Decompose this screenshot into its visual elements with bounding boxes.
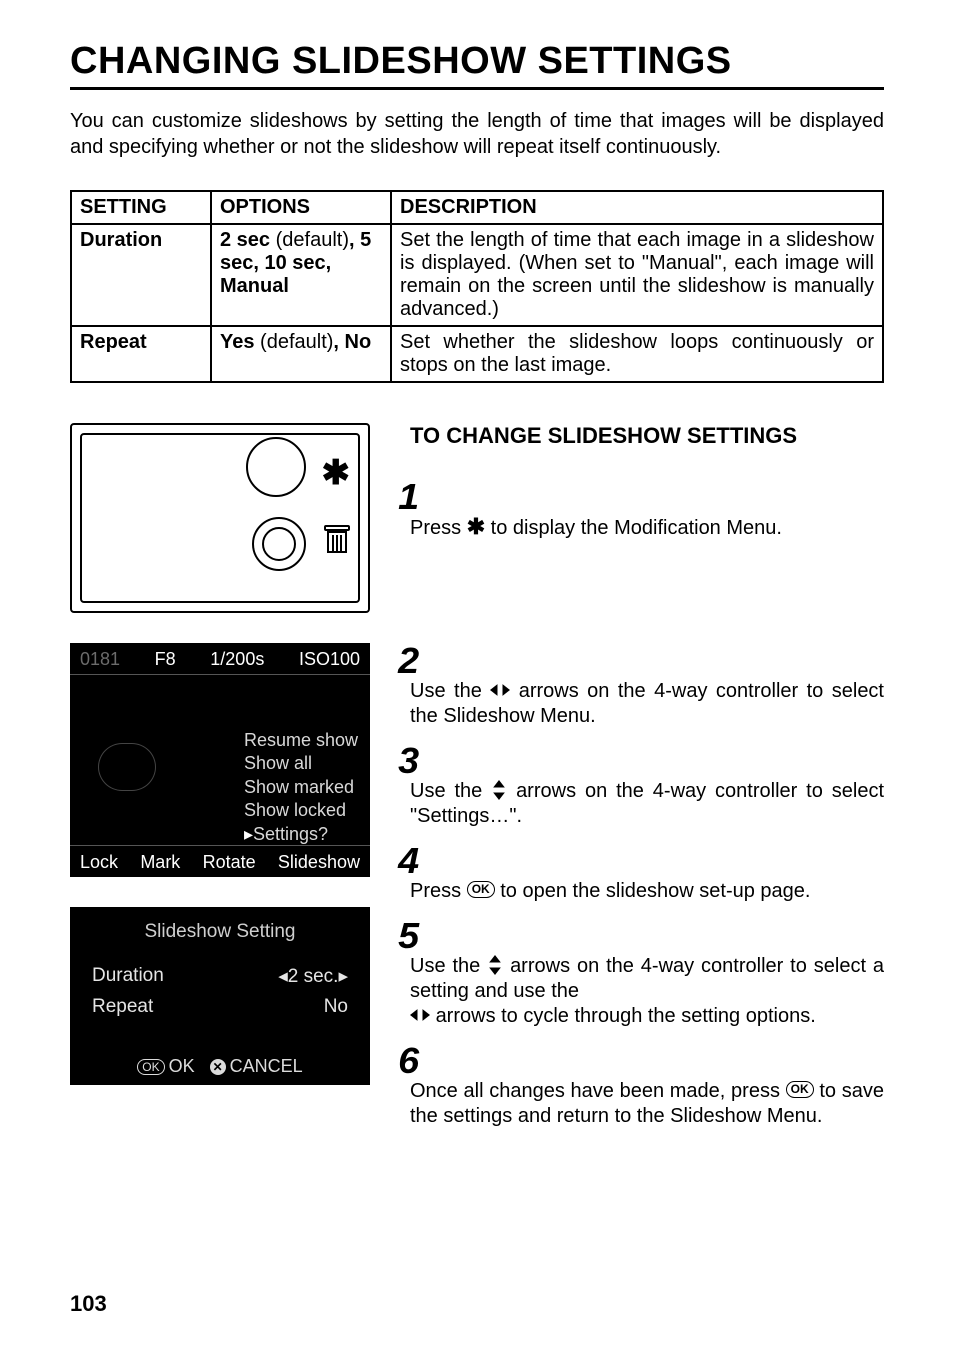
lcd-menu-item: Show all [244,752,358,775]
lcd2-label: Repeat [92,996,153,1018]
lcd-menu-item: ▸Settings? [244,823,358,846]
step-body-6: Once all changes have been made, press O… [410,1079,884,1129]
cell-setting: Duration [71,224,211,326]
lcd2-value: No [324,996,348,1018]
lcd-slideshow-menu: 0181 F8 1/200s ISO100 Resume show Show a… [70,643,370,877]
step-number-1: 1 [398,479,896,515]
page-title: CHANGING SLIDESHOW SETTINGS [70,40,884,83]
lcd2-footer: OKOK ✕CANCEL [70,1056,370,1077]
intro-paragraph: You can customize slideshows by setting … [70,108,884,160]
step-body-4: Press OK to open the slideshow set-up pa… [410,879,884,904]
lcd2-title: Slideshow Setting [70,921,370,943]
lcd-menu-item: Show locked [244,799,358,822]
ok-button-icon: OK [786,1081,814,1098]
camera-diagram: ✱ [70,423,370,613]
lcd2-label: Duration [92,965,164,988]
star-icon: ✱ [467,513,485,541]
settings-table: SETTING OPTIONS DESCRIPTION Duration 2 s… [70,190,884,383]
trash-icon [324,525,350,555]
lcd-soft-slideshow: Slideshow [278,852,360,873]
lcd-menu-item: Show marked [244,776,358,799]
cell-setting: Repeat [71,326,211,382]
section-subhead: TO CHANGE SLIDESHOW SETTINGS [410,423,884,449]
left-right-arrows-icon [410,1006,430,1024]
step-body-2: Use the arrows on the 4-way controller t… [410,679,884,729]
step-number-4: 4 [398,843,896,879]
lcd-menu-item: Resume show [244,729,358,752]
step-body-1: Press ✱ to display the Modification Menu… [410,515,884,543]
table-row: Repeat Yes (default), No Set whether the… [71,326,883,382]
lcd-counter: 0181 [80,649,120,670]
lcd-menu-list: Resume show Show all Show marked Show lo… [244,729,358,846]
step-number-6: 6 [398,1043,896,1079]
step-body-3: Use the arrows on the 4-way controller t… [410,779,884,829]
step-number-2: 2 [398,643,896,679]
lcd-aperture: F8 [155,649,176,670]
page-number: 103 [70,1291,107,1317]
lcd-soft-lock: Lock [80,852,118,873]
cell-description: Set whether the slideshow loops continuo… [391,326,883,382]
th-setting: SETTING [71,191,211,224]
lcd2-value: ◂2 sec.▸ [278,965,348,988]
table-header-row: SETTING OPTIONS DESCRIPTION [71,191,883,224]
left-right-arrows-icon [490,681,510,699]
step-number-3: 3 [398,743,896,779]
up-down-arrows-icon [487,955,503,975]
star-icon: ✱ [322,453,351,493]
lcd-soft-rotate: Rotate [203,852,256,873]
th-description: DESCRIPTION [391,191,883,224]
cell-options: Yes (default), No [211,326,391,382]
ok-pill-icon: OK [137,1059,164,1075]
cancel-x-icon: ✕ [210,1059,226,1075]
up-down-arrows-icon [491,780,507,800]
title-rule [70,87,884,90]
th-options: OPTIONS [211,191,391,224]
step-body-5: Use the arrows on the 4-way controller t… [410,954,884,1029]
lcd-slideshow-setting: Slideshow Setting Duration ◂2 sec.▸ Repe… [70,907,370,1085]
cell-options: 2 sec (default), 5 sec, 10 sec, Manual [211,224,391,326]
cell-description: Set the length of time that each image i… [391,224,883,326]
ok-button-icon: OK [467,881,495,898]
lcd-soft-mark: Mark [140,852,180,873]
table-row: Duration 2 sec (default), 5 sec, 10 sec,… [71,224,883,326]
step-number-5: 5 [398,918,896,954]
lcd-iso: ISO100 [299,649,360,670]
lcd-shutter: 1/200s [210,649,264,670]
